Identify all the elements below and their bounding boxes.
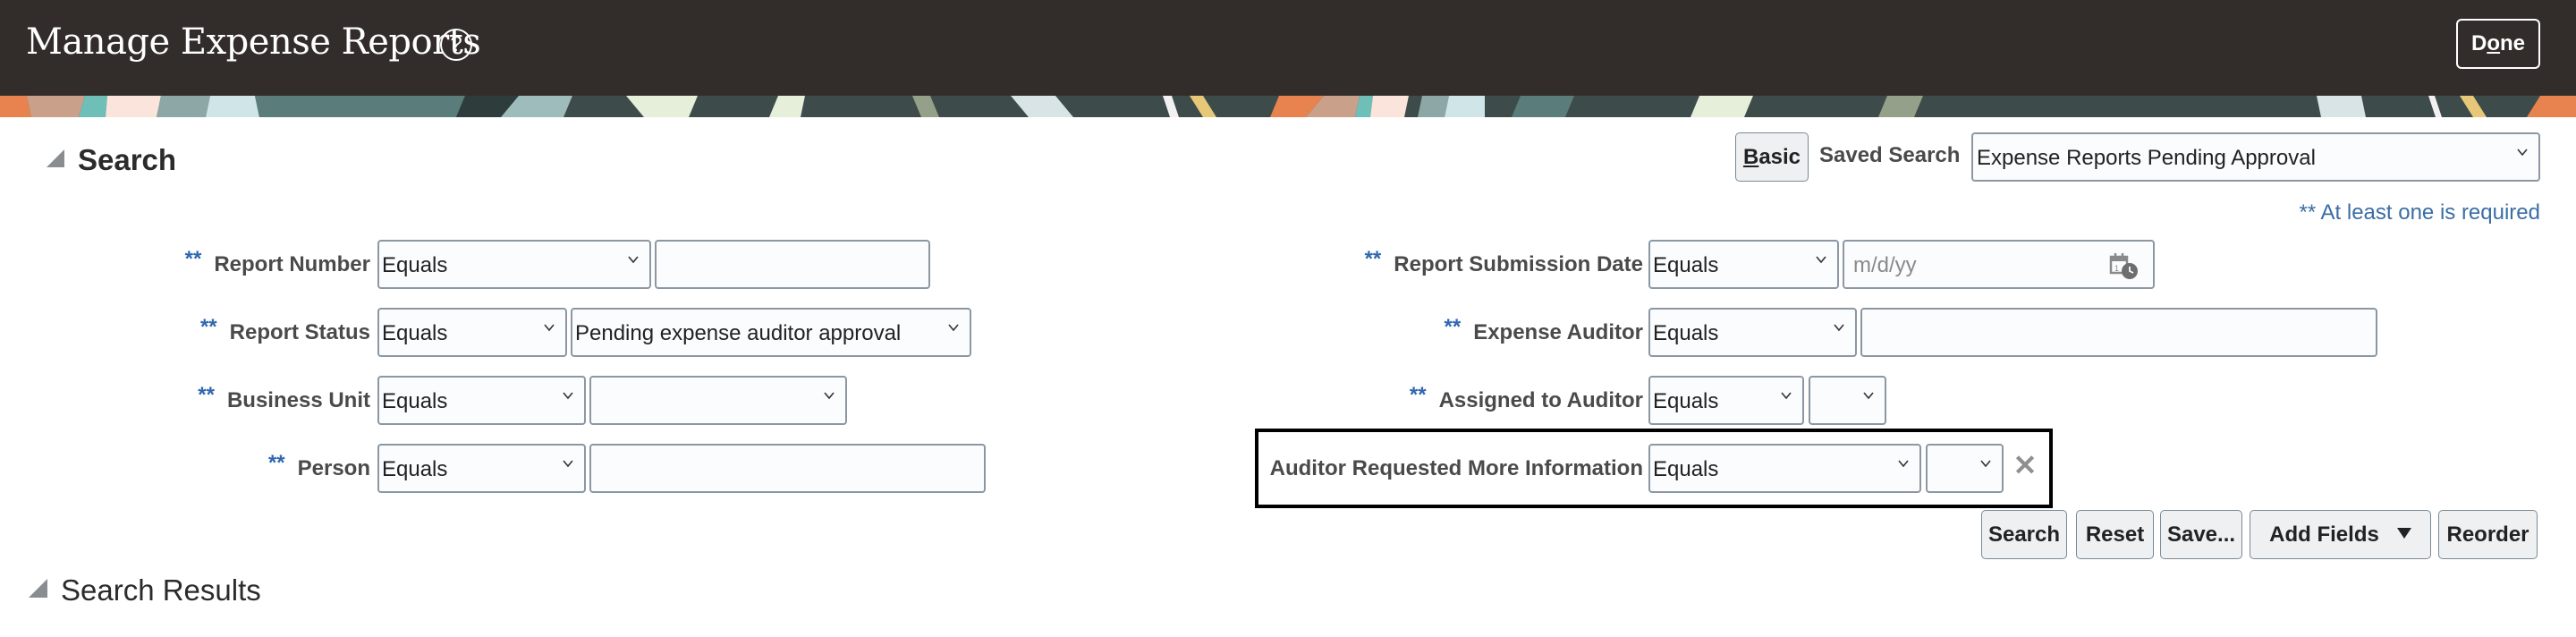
auditor-requested-more-info-operator-select[interactable]: Equals — [1648, 444, 1921, 493]
save-search-button[interactable]: Save... — [2160, 510, 2242, 559]
done-button[interactable]: Done — [2456, 19, 2540, 69]
report-status-label: ** Report Status — [200, 315, 370, 345]
basic-label-mnemonic: B — [1742, 144, 1759, 169]
expense-auditor-label: ** Expense Auditor — [1445, 315, 1644, 345]
reorder-button[interactable]: Reorder — [2438, 510, 2538, 559]
expense-auditor-operator-select[interactable]: Equals — [1648, 308, 1857, 357]
search-results-heading: Search Results — [61, 573, 261, 607]
operator-value: Equals — [1653, 253, 1719, 277]
required-marker: ** — [1444, 315, 1462, 339]
chevron-down-icon — [563, 390, 573, 401]
svg-text:1: 1 — [2114, 264, 2119, 273]
business-unit-label-text: Business Unit — [226, 388, 370, 412]
required-marker: ** — [199, 315, 217, 339]
auditor-requested-more-info-label: Auditor Requested More Information — [1269, 456, 1643, 480]
basic-search-button[interactable]: Basic — [1735, 132, 1809, 182]
chevron-down-icon — [563, 458, 573, 469]
add-fields-label: Add Fields — [2269, 522, 2379, 547]
report-submission-date-label-text: Report Submission Date — [1394, 252, 1643, 276]
required-marker: ** — [198, 383, 215, 407]
saved-search-select[interactable]: Expense Reports Pending Approval — [1971, 132, 2540, 182]
help-icon[interactable]: ? — [440, 29, 472, 61]
business-unit-operator-select[interactable]: Equals — [377, 376, 586, 425]
person-operator-select[interactable]: Equals — [377, 444, 586, 493]
calendar-icon[interactable]: 1 — [2108, 251, 2140, 280]
report-number-label-text: Report Number — [214, 252, 370, 276]
search-button[interactable]: Search — [1981, 510, 2067, 559]
search-collapse-toggle-icon[interactable] — [47, 149, 64, 167]
chevron-down-icon — [1781, 390, 1792, 401]
chevron-down-icon — [628, 254, 639, 265]
person-label-text: Person — [297, 456, 370, 480]
operator-value: Equals — [382, 457, 448, 481]
report-submission-date-label: ** Report Submission Date — [1365, 247, 1643, 277]
chevron-down-icon — [948, 322, 959, 333]
page-header: Manage Expense Reports ? Done — [0, 0, 2576, 96]
chevron-down-icon — [2517, 147, 2528, 157]
report-status-label-text: Report Status — [229, 320, 370, 344]
done-label-part: D — [2470, 31, 2487, 55]
date-placeholder: m/d/yy — [1853, 253, 1917, 277]
chevron-down-icon — [1980, 458, 1991, 469]
decorative-banner — [0, 96, 2576, 117]
assigned-to-auditor-value-select[interactable] — [1809, 376, 1886, 425]
person-input[interactable] — [589, 444, 986, 493]
required-marker: ** — [184, 247, 202, 271]
operator-value: Equals — [1653, 389, 1719, 413]
report-status-value: Pending expense auditor approval — [575, 321, 902, 345]
chevron-down-icon — [1898, 458, 1909, 469]
dropdown-triangle-icon — [2396, 527, 2411, 539]
expense-auditor-label-text: Expense Auditor — [1473, 320, 1643, 344]
business-unit-label: ** Business Unit — [198, 383, 370, 413]
report-number-input[interactable] — [655, 240, 930, 289]
person-label: ** Person — [268, 451, 370, 481]
business-unit-value-select[interactable] — [589, 376, 847, 425]
reset-button[interactable]: Reset — [2076, 510, 2154, 559]
operator-value: Equals — [382, 253, 448, 277]
required-marker: ** — [267, 451, 285, 475]
search-section-heading: Search — [78, 143, 177, 176]
expense-auditor-input[interactable] — [1860, 308, 2377, 357]
operator-value: Equals — [382, 321, 448, 345]
page-title: Manage Expense Reports — [26, 21, 481, 63]
chevron-down-icon — [1863, 390, 1874, 401]
done-label-mnemonic: o — [2487, 31, 2500, 55]
chevron-down-icon — [824, 390, 835, 401]
remove-field-icon[interactable]: ✕ — [2012, 449, 2038, 481]
auditor-requested-more-info-value-select[interactable] — [1926, 444, 2004, 493]
search-results-collapse-toggle-icon[interactable] — [29, 579, 47, 598]
required-marker: ** — [1364, 247, 1382, 271]
operator-value: Equals — [1653, 321, 1719, 345]
done-label-part: ne — [2500, 31, 2526, 55]
operator-value: Equals — [1653, 457, 1719, 481]
assigned-to-auditor-label: ** Assigned to Auditor — [1410, 383, 1643, 413]
report-number-label: ** Report Number — [185, 247, 370, 277]
add-fields-button[interactable]: Add Fields — [2250, 510, 2431, 559]
chevron-down-icon — [544, 322, 555, 333]
required-note: ** At least one is required — [2299, 200, 2541, 225]
chevron-down-icon — [1834, 322, 1844, 333]
report-status-value-select[interactable]: Pending expense auditor approval — [571, 308, 971, 357]
basic-label-part: asic — [1758, 144, 1801, 169]
report-status-operator-select[interactable]: Equals — [377, 308, 567, 357]
assigned-to-auditor-operator-select[interactable]: Equals — [1648, 376, 1804, 425]
saved-search-value: Expense Reports Pending Approval — [1977, 146, 2316, 170]
chevron-down-icon — [1816, 254, 1826, 265]
report-number-operator-select[interactable]: Equals — [377, 240, 651, 289]
report-submission-date-input[interactable]: m/d/yy 1 — [1843, 240, 2155, 289]
saved-search-label: Saved Search — [1819, 143, 1961, 167]
operator-value: Equals — [382, 389, 448, 413]
required-marker: ** — [1409, 383, 1427, 407]
report-submission-date-operator-select[interactable]: Equals — [1648, 240, 1839, 289]
assigned-to-auditor-label-text: Assigned to Auditor — [1438, 388, 1643, 412]
